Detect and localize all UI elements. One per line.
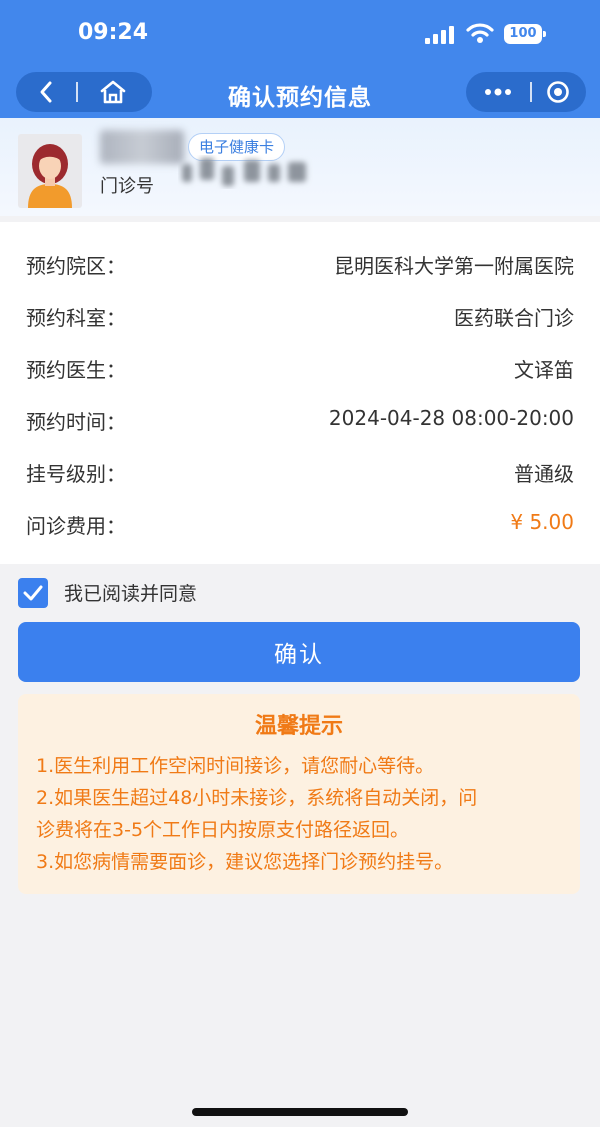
avatar [18,134,82,208]
row-label: 预约科室： [26,306,126,330]
nav-right-capsule [466,72,586,112]
confirm-button[interactable]: 确认 [18,622,580,682]
home-icon [100,80,126,104]
chevron-left-icon [40,81,52,103]
tip-line: 诊费将在3-5个工作日内按原支付路径返回。 [36,819,410,841]
signal-icon [425,26,457,44]
close-miniprogram-button[interactable] [532,72,584,112]
more-dots-icon [485,88,511,96]
row-value: 医药联合门诊 [454,306,574,330]
row-label: 预约医生： [26,358,126,382]
row-value: 2024-04-28 08:00-20:00 [328,406,574,430]
row-department: 预约科室： 医药联合门诊 [0,288,600,340]
row-campus: 预约院区： 昆明医科大学第一附属医院 [0,236,600,288]
row-doctor: 预约医生： 文译笛 [0,340,600,392]
row-time: 预约时间： 2024-04-28 08:00-20:00 [0,392,600,444]
row-value: 文译笛 [514,358,574,382]
wifi-icon [466,22,494,48]
appointment-info: 预约院区： 昆明医科大学第一附属医院 预约科室： 医药联合门诊 预约医生： 文译… [0,222,600,564]
tips-title: 温馨提示 [254,714,343,739]
agreement-text[interactable]: 我已阅读并同意 [64,579,197,606]
outpatient-number-label: 门诊号 [100,176,154,197]
back-button[interactable] [16,72,76,112]
battery-icon: 100 [504,24,546,44]
row-value: 昆明医科大学第一附属医院 [334,254,574,278]
status-time: 09:24 [78,20,149,45]
row-level: 挂号级别： 普通级 [0,444,600,496]
patient-name-redacted [100,130,184,164]
fee-value: ¥ 5.00 [510,510,574,534]
home-button[interactable] [78,72,148,112]
agreement-checkbox[interactable] [18,578,48,608]
row-label: 预约时间： [26,410,126,434]
row-label: 挂号级别： [26,462,126,486]
home-indicator[interactable] [192,1108,408,1116]
row-label: 问诊费用： [26,514,126,538]
target-icon [547,81,569,103]
status-bar: 09:24 100 [0,0,600,70]
nav-bar: 确认预约信息 [0,70,600,118]
tip-line: 3.如您病情需要面诊，建议您选择门诊预约挂号。 [36,851,454,873]
row-label: 预约院区： [26,254,126,278]
nav-left-capsule [16,72,152,112]
tips-box: 温馨提示 1.医生利用工作空闲时间接诊，请您耐心等待。 2.如果医生超过48小时… [18,694,580,894]
check-icon [23,585,43,601]
row-fee: 问诊费用： ¥ 5.00 [0,496,600,548]
outpatient-number-redacted [182,158,306,186]
row-value: 普通级 [514,462,574,486]
more-button[interactable] [466,72,530,112]
tip-line: 2.如果医生超过48小时未接诊，系统将自动关闭，问 [36,787,478,809]
tip-line: 1.医生利用工作空闲时间接诊，请您耐心等待。 [36,755,435,777]
